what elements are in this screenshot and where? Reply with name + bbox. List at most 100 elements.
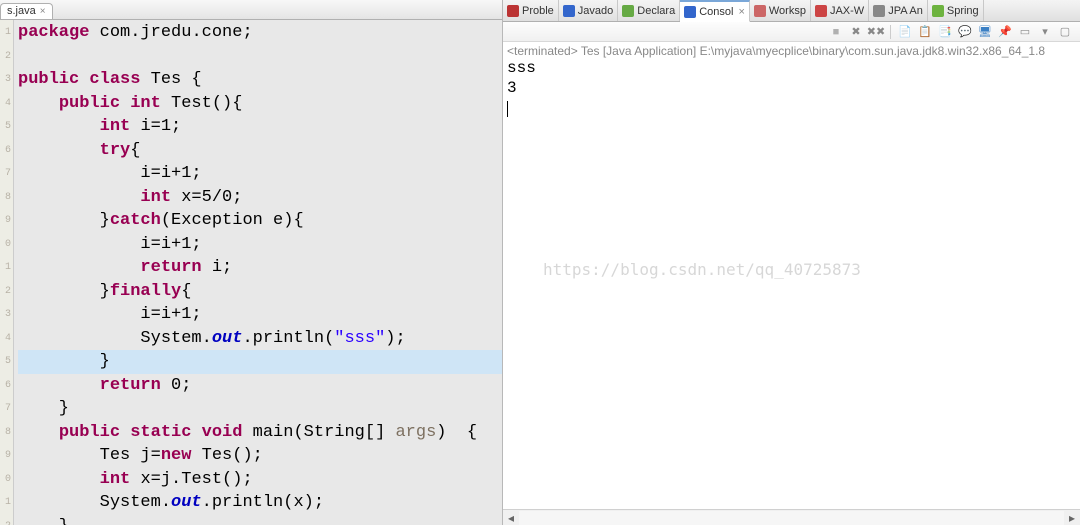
code-line[interactable]: i=i+1; xyxy=(18,303,502,327)
word-wrap-icon[interactable]: 📑 xyxy=(936,24,954,40)
code-line[interactable]: package com.jredu.cone; xyxy=(18,21,502,45)
maximize-icon[interactable]: ▢ xyxy=(1056,24,1074,40)
open-console-icon[interactable]: ▭ xyxy=(1016,24,1034,40)
editor-tab[interactable]: s.java × xyxy=(0,3,53,19)
line-number: 2 xyxy=(0,515,11,525)
line-number: 7 xyxy=(0,397,11,421)
show-console-icon[interactable]: 💬 xyxy=(956,24,974,40)
line-number: 4 xyxy=(0,92,11,116)
view-tab-bar: Proble Javado Declara Consol × Worksp JAX-W JPA… xyxy=(503,0,1080,22)
javadoc-icon xyxy=(563,5,575,17)
tab-label: Javado xyxy=(578,5,613,17)
problems-icon xyxy=(507,5,519,17)
code-line[interactable]: System.out.println("sss"); xyxy=(18,327,502,351)
line-number: 0 xyxy=(0,468,11,492)
jpa-icon xyxy=(873,5,885,17)
line-number: 1 xyxy=(0,256,11,280)
code-area[interactable]: 1234567890123456789012 package com.jredu… xyxy=(0,20,502,525)
spring-icon xyxy=(932,5,944,17)
close-icon[interactable]: × xyxy=(738,6,744,18)
tab-jpa an[interactable]: JPA An xyxy=(869,0,928,21)
scroll-track[interactable] xyxy=(519,511,1064,525)
code-line[interactable]: public class Tes { xyxy=(18,68,502,92)
tab-jax-w[interactable]: JAX-W xyxy=(811,0,869,21)
line-number: 3 xyxy=(0,68,11,92)
code-line[interactable]: i=i+1; xyxy=(18,162,502,186)
scroll-left-icon[interactable]: ◂ xyxy=(503,511,519,525)
tab-label: Spring xyxy=(947,5,979,17)
clear-console-icon[interactable]: 📄 xyxy=(896,24,914,40)
console-output[interactable]: sss3 xyxy=(503,58,1080,509)
line-gutter: 1234567890123456789012 xyxy=(0,20,14,525)
code-line[interactable]: System.out.println(x); xyxy=(18,491,502,515)
line-number: 2 xyxy=(0,45,11,69)
remove-launch-icon[interactable]: ✖ xyxy=(847,24,865,40)
tab-javado[interactable]: Javado xyxy=(559,0,618,21)
tab-worksp[interactable]: Worksp xyxy=(750,0,811,21)
console-line: 3 xyxy=(507,78,1076,98)
line-number: 2 xyxy=(0,280,11,304)
line-number: 1 xyxy=(0,21,11,45)
code-line[interactable]: try{ xyxy=(18,139,502,163)
console-icon xyxy=(684,6,696,18)
line-number: 7 xyxy=(0,162,11,186)
code-line[interactable]: }finally{ xyxy=(18,280,502,304)
code-line[interactable] xyxy=(18,45,502,69)
scroll-right-icon[interactable]: ▸ xyxy=(1064,511,1080,525)
line-number: 4 xyxy=(0,327,11,351)
tab-spring[interactable]: Spring xyxy=(928,0,984,21)
code-line[interactable]: i=i+1; xyxy=(18,233,502,257)
close-icon[interactable]: × xyxy=(40,6,46,17)
tab-label: Declara xyxy=(637,5,675,17)
line-number: 8 xyxy=(0,186,11,210)
line-number: 9 xyxy=(0,444,11,468)
tab-declara[interactable]: Declara xyxy=(618,0,680,21)
tab-label: JPA An xyxy=(888,5,923,17)
line-number: 8 xyxy=(0,421,11,445)
remove-all-icon[interactable]: ✖✖ xyxy=(867,24,885,40)
editor-tab-label: s.java xyxy=(7,5,36,17)
declaration-icon xyxy=(622,5,634,17)
console-toolbar: ■✖✖✖📄📋📑💬🖥📌▭▾▢ xyxy=(503,22,1080,42)
code-content[interactable]: package com.jredu.cone; public class Tes … xyxy=(14,20,502,525)
line-number: 5 xyxy=(0,115,11,139)
code-line[interactable]: return 0; xyxy=(18,374,502,398)
minimize-icon[interactable]: ▾ xyxy=(1036,24,1054,40)
console-line: sss xyxy=(507,58,1076,78)
tab-consol[interactable]: Consol × xyxy=(680,0,750,22)
code-line[interactable]: return i; xyxy=(18,256,502,280)
code-line[interactable]: int x=j.Test(); xyxy=(18,468,502,492)
console-cursor xyxy=(507,98,1076,118)
line-number: 3 xyxy=(0,303,11,327)
code-line[interactable]: } xyxy=(18,515,502,525)
line-number: 0 xyxy=(0,233,11,257)
code-line[interactable]: Tes j=new Tes(); xyxy=(18,444,502,468)
code-line[interactable]: } xyxy=(18,350,502,374)
line-number: 1 xyxy=(0,491,11,515)
code-line[interactable]: int x=5/0; xyxy=(18,186,502,210)
editor-tab-bar: s.java × xyxy=(0,0,502,20)
line-number: 5 xyxy=(0,350,11,374)
line-number: 9 xyxy=(0,209,11,233)
code-line[interactable]: int i=1; xyxy=(18,115,502,139)
console-header: <terminated> Tes [Java Application] E:\m… xyxy=(503,42,1080,58)
editor-pane: s.java × 1234567890123456789012 package … xyxy=(0,0,503,525)
jaxws-icon xyxy=(815,5,827,17)
code-line[interactable]: } xyxy=(18,397,502,421)
code-line[interactable]: }catch(Exception e){ xyxy=(18,209,502,233)
scroll-lock-icon[interactable]: 📋 xyxy=(916,24,934,40)
tab-label: JAX-W xyxy=(830,5,864,17)
tab-label: Proble xyxy=(522,5,554,17)
tab-label: Consol xyxy=(699,6,733,18)
pin-console-icon[interactable]: 📌 xyxy=(996,24,1014,40)
terminate-icon[interactable]: ■ xyxy=(827,24,845,40)
toolbar-separator xyxy=(890,25,891,39)
workspace-icon xyxy=(754,5,766,17)
code-line[interactable]: public static void main(String[] args) { xyxy=(18,421,502,445)
horizontal-scrollbar[interactable]: ◂ ▸ xyxy=(503,509,1080,525)
tab-label: Worksp xyxy=(769,5,806,17)
tab-proble[interactable]: Proble xyxy=(503,0,559,21)
right-pane: Proble Javado Declara Consol × Worksp JAX-W JPA… xyxy=(503,0,1080,525)
display-selected-icon[interactable]: 🖥 xyxy=(976,24,994,40)
code-line[interactable]: public int Test(){ xyxy=(18,92,502,116)
